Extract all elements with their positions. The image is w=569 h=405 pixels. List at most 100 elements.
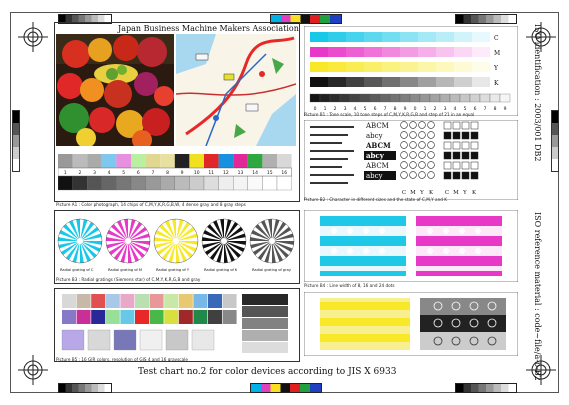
gray-chip-5 — [116, 175, 132, 191]
gir-gray-step-3 — [242, 330, 288, 341]
fruit-photograph — [56, 34, 174, 146]
color-chip-15 — [262, 154, 277, 168]
tone-step-K-4 — [400, 77, 418, 87]
gir-lower-chip-5 — [191, 329, 215, 351]
star-label-2: Radial grating of Y — [156, 268, 190, 272]
cmyk-label-right-Y: Y — [462, 190, 467, 196]
gir-chip-bottom-3 — [105, 310, 120, 324]
star-center-2 — [173, 238, 179, 244]
gray-ramp-step-9 — [399, 93, 411, 103]
tone-step-K-0 — [472, 77, 490, 87]
char-square-0-3 — [470, 121, 479, 130]
registration-mark-top-left — [18, 22, 48, 52]
char-square-2-0 — [443, 141, 452, 150]
chip-number-2: 2 — [78, 170, 81, 176]
right-side-bar — [551, 110, 559, 172]
char-square-5-2 — [461, 171, 470, 180]
color-chip-11 — [204, 154, 219, 168]
color-chip-10 — [189, 154, 204, 168]
gray-ramp-step-19 — [499, 93, 511, 103]
color-chip-8 — [160, 154, 175, 168]
gir-gray-step-2 — [242, 318, 288, 329]
gray-ramp-step-16 — [469, 93, 481, 103]
star-center-0 — [77, 238, 83, 244]
radial-gratings — [57, 218, 295, 264]
tone-step-K-5 — [382, 77, 400, 87]
color-chip-13 — [233, 154, 248, 168]
gir-chip-top-1 — [76, 294, 91, 308]
tone-step-C-7 — [346, 32, 364, 42]
char-square-2-3 — [470, 141, 479, 150]
character-caption: Picture B2 : Character in different size… — [304, 197, 448, 202]
star-center-4 — [269, 238, 275, 244]
left-side-bar — [12, 110, 20, 172]
gray-chip-12 — [218, 175, 234, 191]
color-chip-7 — [145, 154, 161, 168]
gir-chip-bottom-2 — [91, 310, 106, 324]
tone-step-C-8 — [328, 32, 346, 42]
gir-chip-bottom-6 — [149, 310, 164, 324]
chip-number-8: 8 — [166, 170, 169, 176]
gray-ramp-step-3 — [339, 93, 351, 103]
bottom-gray-bar-left — [58, 383, 112, 393]
gray-ramp-step-13 — [439, 93, 451, 103]
char-square-3-2 — [461, 151, 470, 160]
color-chip-9 — [174, 154, 190, 168]
gray-chip-15 — [262, 175, 278, 191]
cmyk-label-Y: Y — [419, 190, 424, 196]
char-square-2-1 — [452, 141, 461, 150]
char-square-3-3 — [470, 151, 479, 160]
char-square-4-3 — [470, 161, 479, 170]
char-label-4: ABCM — [365, 162, 389, 170]
gray-ramp-step-8 — [389, 93, 401, 103]
gray-chip-4 — [101, 175, 117, 191]
iso-identification-text: ISO identification : 2003/001 DB2 — [533, 24, 542, 162]
chip-number-16: 16 — [281, 170, 287, 176]
gir-chip-bottom-8 — [178, 310, 193, 324]
gray-ramp-step-14 — [449, 93, 461, 103]
char-square-1-3 — [470, 131, 479, 140]
star-label-1: Radial grating of M — [108, 268, 143, 272]
color-chip-6 — [131, 154, 146, 168]
color-chip-16 — [277, 154, 292, 168]
cmyk-label-right-C: C — [445, 190, 449, 196]
tone-step-M-5 — [382, 47, 400, 57]
radial-caption: Picture B3 : Radial gratings (Siemens st… — [56, 277, 201, 282]
gir-chip-bottom-9 — [193, 310, 208, 324]
chip-number-13: 13 — [238, 170, 244, 176]
char-square-1-0 — [443, 131, 452, 140]
gir-chip-bottom-0 — [62, 310, 76, 324]
tone-row-label-K: K — [494, 80, 499, 87]
tone-step-C-3 — [418, 32, 436, 42]
gray-ramp-step-17 — [479, 93, 491, 103]
chip-number-14: 14 — [252, 170, 258, 176]
tone-step-K-7 — [346, 77, 364, 87]
gir-chip-top-6 — [149, 294, 164, 308]
color-chip-1 — [58, 154, 73, 168]
char-line-1 — [310, 134, 348, 136]
char-square-1-2 — [461, 131, 470, 140]
color-chip-12 — [218, 154, 234, 168]
tone-step-Y-0 — [472, 62, 490, 72]
star-label-4: Radial grating of gray — [252, 268, 292, 272]
gray-chip-11 — [203, 175, 219, 191]
star-center-1 — [125, 238, 131, 244]
chip-number-11: 11 — [208, 170, 214, 176]
gir-chip-bottom-10 — [208, 310, 222, 324]
yellow-gray-pattern-chart — [304, 292, 518, 356]
cmyk-label-right-M: M — [453, 190, 459, 196]
gir-gray-step-0 — [242, 294, 288, 305]
gir-chip-top-8 — [178, 294, 193, 308]
char-square-5-1 — [452, 171, 461, 180]
chip-number-9: 9 — [181, 170, 184, 176]
iso-reference-text: ISO reference material : code~file/a-b-B… — [533, 212, 542, 381]
tone-step-K-1 — [454, 77, 472, 87]
gray-ramp-number-18: 8 — [494, 106, 497, 112]
gir-gray-step-1 — [242, 306, 288, 317]
gir-lower-chip-2 — [113, 329, 137, 351]
gray-chip-8 — [160, 175, 175, 191]
chip-number-1: 1 — [64, 170, 67, 176]
char-square-5-3 — [470, 171, 479, 180]
gir-color-chart — [61, 294, 288, 353]
tone-step-C-6 — [364, 32, 382, 42]
